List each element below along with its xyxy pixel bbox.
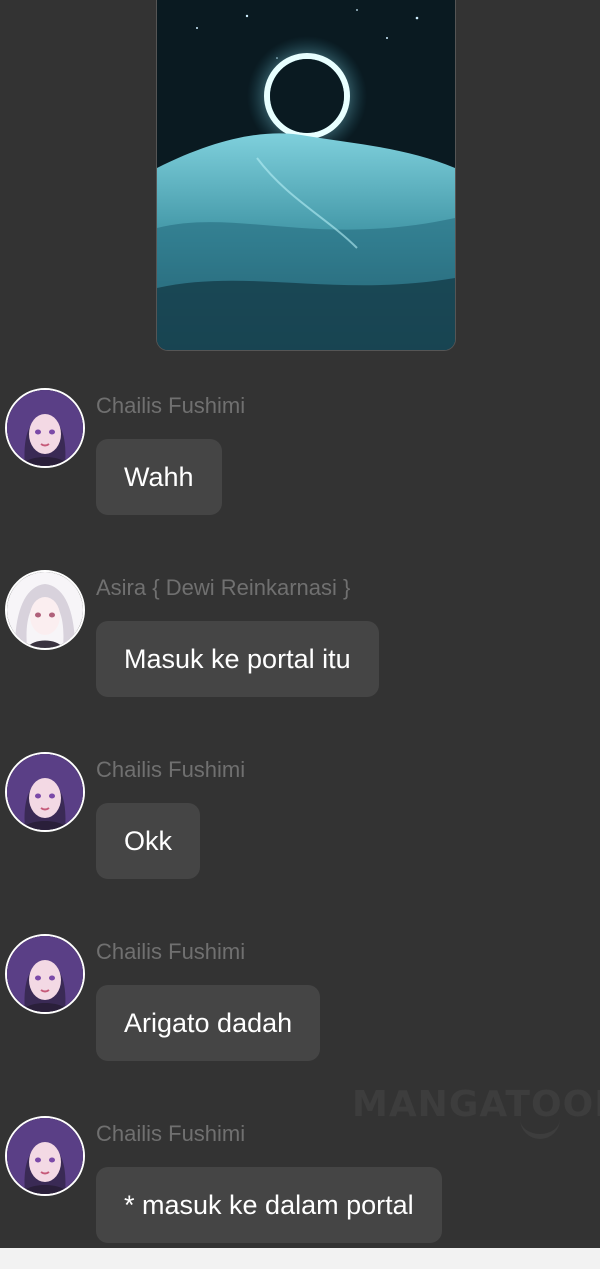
message-bubble[interactable]: Arigato dadah bbox=[96, 985, 321, 1061]
message-bubble[interactable]: * masuk ke dalam portal bbox=[96, 1167, 442, 1243]
message-bubble[interactable]: Okk bbox=[96, 803, 201, 879]
bottom-bar bbox=[0, 1248, 600, 1269]
sender-name: Chailis Fushimi bbox=[96, 1121, 246, 1146]
sender-name: Chailis Fushimi bbox=[96, 393, 246, 418]
avatar-chailis[interactable] bbox=[5, 1116, 85, 1196]
avatar-chailis[interactable] bbox=[5, 752, 85, 832]
avatar-chailis[interactable] bbox=[5, 388, 85, 468]
sender-name: Chailis Fushimi bbox=[96, 757, 246, 782]
chat-screen: Chailis Fushimi Wahh Asira { Dewi Reinka… bbox=[0, 0, 600, 1269]
avatar-chailis[interactable] bbox=[5, 934, 85, 1014]
sender-name: Chailis Fushimi bbox=[96, 939, 246, 964]
message-bubble[interactable]: Masuk ke portal itu bbox=[96, 621, 379, 697]
watermark-logo: MANGATOON bbox=[352, 1084, 600, 1125]
watermark-smile-icon bbox=[520, 1118, 560, 1139]
message-bubble[interactable]: Wahh bbox=[96, 439, 222, 515]
story-image[interactable] bbox=[156, 0, 456, 351]
sender-name: Asira { Dewi Reinkarnasi } bbox=[96, 575, 351, 600]
avatar-asira[interactable] bbox=[5, 570, 85, 650]
